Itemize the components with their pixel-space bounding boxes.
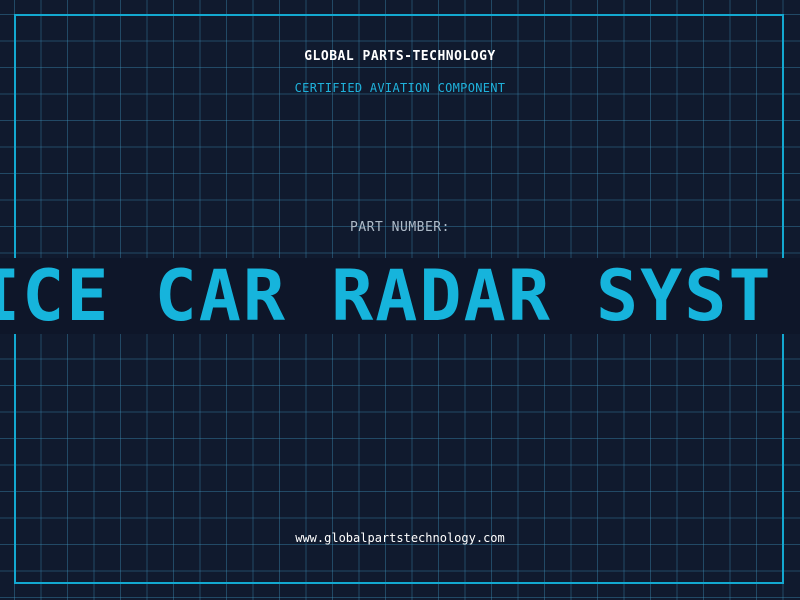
certificate-page: GLOBAL PARTS-TECHNOLOGY CERTIFIED AVIATI… [0,0,800,600]
part-number-value: ICE CAR RADAR SYST [0,258,773,334]
brand-title: GLOBAL PARTS-TECHNOLOGY [304,49,496,64]
part-number-label: PART NUMBER: [350,220,450,235]
certification-tagline: CERTIFIED AVIATION COMPONENT [294,81,506,95]
website-link[interactable]: www.globalpartstechnology.com [0,531,800,545]
part-number-band: ICE CAR RADAR SYST [0,258,800,334]
